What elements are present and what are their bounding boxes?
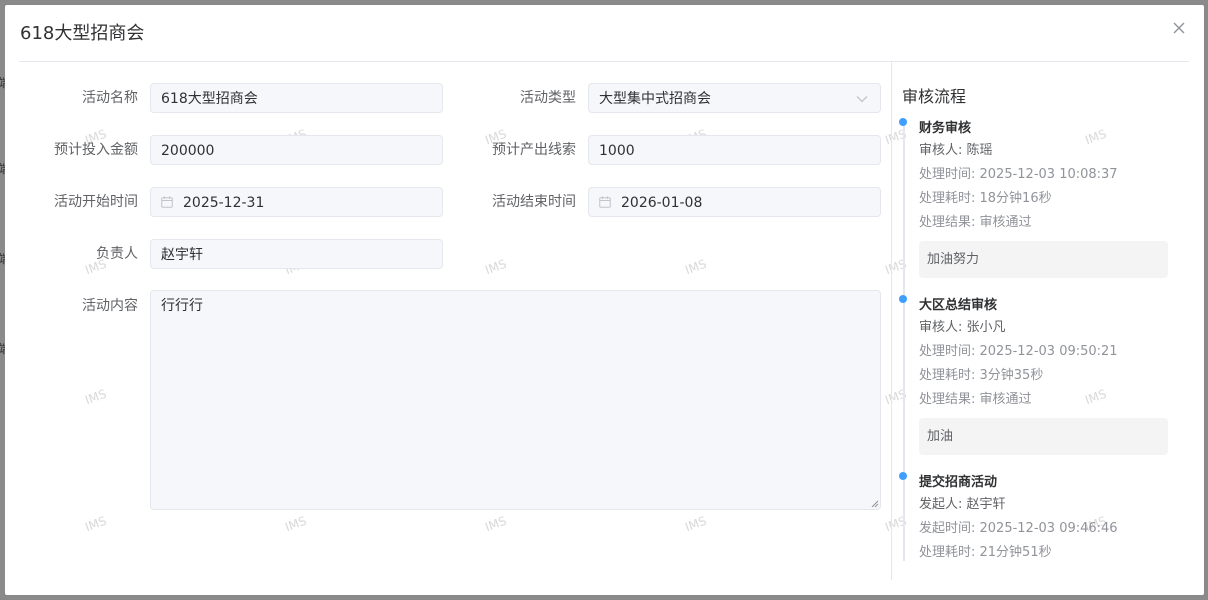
content-value: 行行行	[161, 298, 203, 314]
expected-leads-label: 预计产出线索	[492, 142, 576, 158]
step-time: 处理时间: 2025-12-03 10:08:37	[919, 167, 1118, 182]
watermark: IMS	[683, 513, 709, 535]
step-comment: 加油努力	[919, 241, 1168, 278]
step-name: 财务审核	[919, 121, 972, 136]
end-date-label: 活动结束时间	[492, 194, 576, 210]
watermark: IMS	[83, 513, 109, 535]
step-duration: 处理耗时: 3分钟35秒	[919, 368, 1044, 383]
step-duration: 处理耗时: 18分钟16秒	[919, 191, 1052, 206]
step-result: 处理结果: 审核通过	[919, 392, 1032, 407]
step-person: 审核人: 陈瑶	[919, 143, 993, 158]
activity-type-value: 大型集中式招商会	[599, 91, 711, 107]
resize-handle-icon[interactable]	[871, 500, 879, 508]
panel-divider	[891, 62, 892, 580]
budget-field[interactable]: 200000	[150, 135, 443, 165]
step-time: 处理时间: 2025-12-03 09:50:21	[919, 344, 1118, 359]
watermark: IMS	[283, 513, 309, 535]
owner-field[interactable]: 赵宇轩	[150, 239, 443, 269]
step-result: 处理结果: 审核通过	[919, 215, 1032, 230]
step-person: 发起人: 赵宇轩	[919, 497, 1006, 512]
content-textarea[interactable]: 行行行	[150, 290, 881, 510]
start-date-picker[interactable]: 2025-12-31	[150, 187, 443, 217]
step-comment: 加油	[919, 418, 1168, 455]
step-name: 提交招商活动	[919, 475, 998, 490]
activity-name-label: 活动名称	[82, 90, 138, 106]
approval-flow-title: 审核流程	[902, 87, 967, 106]
activity-detail-dialog: IMS IMS IMS IMS IMS IMS IMS IMS IMS IMS …	[5, 5, 1204, 595]
timeline-dot	[899, 295, 907, 303]
timeline-line	[903, 303, 905, 472]
approval-step: 提交招商活动 发起人: 赵宇轩 发起时间: 2025-12-03 09:46:4…	[919, 473, 1169, 565]
timeline-line	[903, 126, 905, 295]
start-date-value: 2025-12-31	[183, 195, 265, 211]
approval-step: 财务审核 审核人: 陈瑶 处理时间: 2025-12-03 10:08:37 处…	[919, 119, 1169, 278]
expected-leads-field[interactable]: 1000	[588, 135, 881, 165]
calendar-icon	[599, 196, 611, 208]
activity-type-label: 活动类型	[520, 90, 576, 106]
watermark: IMS	[83, 386, 109, 408]
activity-type-select[interactable]: 大型集中式招商会	[588, 83, 881, 113]
timeline-dot	[899, 118, 907, 126]
watermark: IMS	[483, 256, 509, 278]
timeline-dot	[899, 472, 907, 480]
activity-name-field[interactable]: 618大型招商会	[150, 83, 443, 113]
step-time: 发起时间: 2025-12-03 09:46:46	[919, 521, 1118, 536]
timeline-line	[903, 480, 905, 561]
watermark: IMS	[483, 513, 509, 535]
calendar-icon	[161, 196, 173, 208]
chevron-down-icon	[856, 84, 868, 114]
content-label: 活动内容	[82, 298, 138, 314]
owner-label: 负责人	[96, 246, 138, 262]
start-date-label: 活动开始时间	[54, 194, 138, 210]
dialog-title: 618大型招商会	[20, 23, 145, 44]
approval-step: 大区总结审核 审核人: 张小凡 处理时间: 2025-12-03 09:50:2…	[919, 296, 1169, 455]
header-divider	[19, 61, 1189, 62]
step-name: 大区总结审核	[919, 298, 998, 313]
watermark: IMS	[683, 256, 709, 278]
end-date-value: 2026-01-08	[621, 195, 703, 211]
budget-label: 预计投入金额	[54, 142, 138, 158]
end-date-picker[interactable]: 2026-01-08	[588, 187, 881, 217]
step-person: 审核人: 张小凡	[919, 320, 1006, 335]
close-icon	[1173, 22, 1185, 34]
step-duration: 处理耗时: 21分钟51秒	[919, 545, 1052, 560]
close-button[interactable]	[1168, 17, 1190, 39]
